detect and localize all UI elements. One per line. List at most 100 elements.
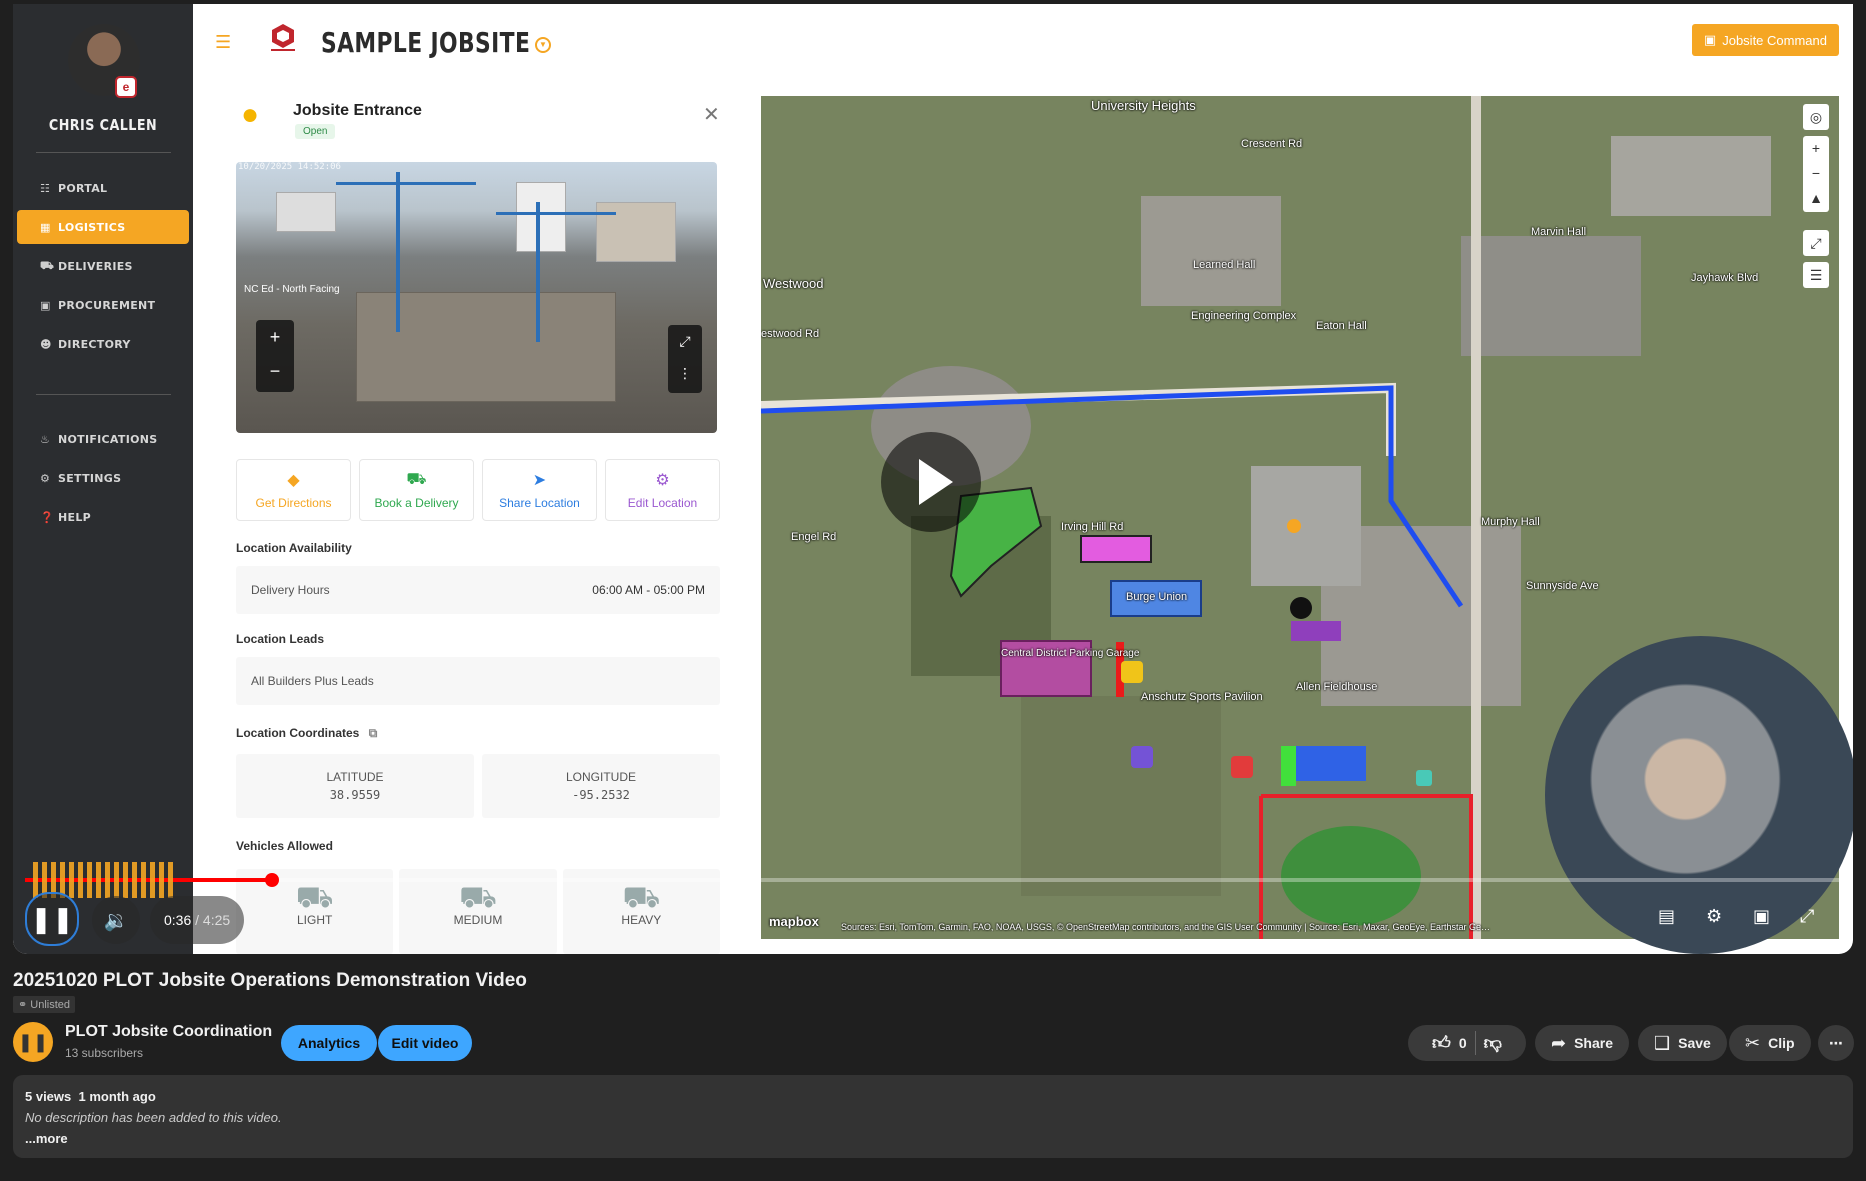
current-time: 0:36 — [164, 912, 192, 928]
zoom-in-icon[interactable]: + — [1803, 136, 1829, 161]
miniplayer-icon[interactable]: ▣ — [1753, 906, 1770, 927]
camera-label: NC Ed - North Facing — [244, 284, 340, 295]
close-icon[interactable]: ✕ — [703, 102, 720, 127]
compass-icon[interactable]: ▲ — [1803, 186, 1829, 211]
layers-icon[interactable]: ☰ — [1803, 262, 1829, 288]
vehicle-label: MEDIUM — [453, 913, 503, 927]
volume-button[interactable]: 🔉 — [92, 896, 140, 944]
sidebar-item-logistics[interactable]: ▦ LOGISTICS — [17, 210, 189, 244]
save-button[interactable]: ❑ Save — [1638, 1025, 1727, 1061]
analytics-button[interactable]: Analytics — [281, 1025, 377, 1061]
button-label: Jobsite Command — [1722, 32, 1827, 48]
map-label: estwood Rd — [761, 328, 820, 340]
sidebar-item-help[interactable]: ❓ HELP — [17, 500, 189, 534]
sidebar-divider — [36, 394, 171, 395]
vehicles-heading: Vehicles Allowed — [236, 839, 333, 853]
sidebar-item-label: PROCUREMENT — [58, 298, 156, 312]
channel-avatar[interactable]: ❚❚ — [13, 1022, 53, 1062]
settings-gear-icon[interactable]: ⚙ — [1706, 906, 1722, 927]
map-pin-icon: ● — [241, 98, 260, 131]
sidebar-item-notifications[interactable]: ♨ NOTIFICATIONS — [17, 422, 189, 456]
link-icon: ⚭ — [18, 999, 28, 1011]
sidebar-item-label: DIRECTORY — [58, 337, 131, 351]
zoom-in-icon[interactable]: + — [256, 320, 294, 354]
photo-tools[interactable]: ⤢ ⋮ — [668, 325, 702, 393]
book-delivery-button[interactable]: ⛟ Book a Delivery — [359, 459, 474, 521]
more-vertical-icon[interactable]: ⋮ — [668, 357, 702, 389]
view-count: 5 views — [25, 1089, 72, 1104]
thumbs-up-icon[interactable]: 👍︎ — [1432, 1032, 1451, 1054]
share-button[interactable]: ➦ Share — [1535, 1025, 1630, 1061]
chevron-down-icon[interactable]: ▼ — [535, 37, 551, 53]
subscriber-count: 13 subscribers — [65, 1046, 144, 1060]
help-icon: ❓ — [40, 510, 54, 524]
location-panel: ● Jobsite Entrance Open ✕ 10/20/2025 14:… — [193, 74, 753, 954]
sidebar-item-label: LOGISTICS — [58, 220, 126, 234]
expand-icon[interactable]: ⤢ — [668, 325, 702, 357]
progress-track[interactable] — [25, 878, 1840, 882]
like-dislike-group: 👍︎ 0 👎︎ — [1408, 1025, 1526, 1061]
zoom-out-icon[interactable]: − — [1803, 161, 1829, 186]
view-info: 5 views 1 month ago — [25, 1089, 1841, 1104]
delivery-hours-value: 06:00 AM - 05:00 PM — [592, 583, 705, 597]
captions-icon[interactable]: ▤ — [1658, 906, 1675, 927]
gear-icon: ⚙ — [655, 472, 670, 489]
button-label: Save — [1678, 1035, 1711, 1051]
sidebar-item-label: PORTAL — [58, 181, 108, 195]
vehicle-label: HEAVY — [621, 913, 662, 927]
sitemap-icon: ☷ — [40, 181, 51, 195]
zoom-out-icon[interactable]: − — [256, 354, 294, 388]
button-label: Share Location — [499, 496, 580, 510]
scissors-icon: ✂ — [1745, 1032, 1761, 1053]
pickup-truck-icon: ⛟ — [295, 881, 334, 914]
copy-icon[interactable]: ⧉ — [369, 726, 378, 740]
edit-video-button[interactable]: Edit video — [378, 1025, 472, 1061]
more-actions-button[interactable]: ⋯ — [1818, 1025, 1854, 1061]
edit-location-button[interactable]: ⚙ Edit Location — [605, 459, 720, 521]
latitude-value: 38.9559 — [329, 788, 381, 802]
zoom-controls: + − ▲ — [1803, 136, 1829, 212]
scrubber-handle[interactable] — [264, 873, 279, 887]
status-badge: Open — [295, 124, 336, 139]
menu-icon[interactable]: ☰ — [215, 32, 231, 53]
description-box[interactable]: 5 views 1 month ago No description has b… — [13, 1075, 1853, 1158]
longitude-value: -95.2532 — [572, 788, 630, 802]
play-icon[interactable] — [881, 432, 981, 532]
jobsite-command-button[interactable]: ▣ Jobsite Command — [1691, 24, 1839, 56]
coords-heading-label: Location Coordinates — [236, 726, 360, 740]
directions-icon: ◆ — [287, 472, 300, 489]
sidebar-item-label: NOTIFICATIONS — [58, 432, 158, 446]
user-name: CHRIS CALLEN — [48, 116, 158, 134]
sidebar-item-portal[interactable]: ☷ PORTAL — [17, 171, 189, 205]
pause-icon: ❚❚ — [30, 903, 74, 934]
fullscreen-player-icon[interactable]: ⤢ — [1800, 906, 1814, 927]
pause-button[interactable]: ❚❚ — [25, 892, 79, 946]
sidebar-item-label: SETTINGS — [58, 471, 122, 485]
fullscreen-icon[interactable]: ⤢ — [1803, 230, 1829, 256]
thumbs-down-icon[interactable]: 👎︎ — [1484, 1032, 1502, 1054]
map-label: Eaton Hall — [1316, 320, 1367, 332]
channel-name[interactable]: PLOT Jobsite Coordination — [65, 1023, 272, 1041]
sidebar-item-directory[interactable]: ☻ DIRECTORY — [17, 327, 189, 361]
location-photo[interactable]: 10/20/2025 14:52:06 NC Ed - North Facing… — [236, 162, 717, 433]
sidebar-item-settings[interactable]: ⚙ SETTINGS — [17, 461, 189, 495]
sidebar-item-procurement[interactable]: ▣ PROCUREMENT — [17, 288, 189, 322]
clip-button[interactable]: ✂ Clip — [1729, 1025, 1811, 1061]
semi-truck-icon: ⛟ — [622, 881, 661, 914]
map-label: Westwood — [763, 276, 824, 291]
visibility-badge: ⚭ Unlisted — [13, 996, 76, 1013]
more-horizontal-icon: ⋯ — [1829, 1034, 1843, 1051]
boxes-icon: ▣ — [40, 298, 51, 312]
get-directions-button[interactable]: ◆ Get Directions — [236, 459, 351, 521]
video-player[interactable]: e CHRIS CALLEN ☷ PORTAL ▦ LOGISTICS ⛟ DE… — [13, 4, 1853, 954]
map-label: Sunnyside Ave — [1526, 580, 1599, 592]
map-label: Burge Union — [1126, 591, 1188, 603]
volume-icon: 🔉 — [103, 909, 129, 932]
share-location-button[interactable]: ➤ Share Location — [482, 459, 597, 521]
map-label: Engel Rd — [791, 531, 837, 543]
locate-icon[interactable]: ◎ — [1803, 104, 1829, 130]
sidebar-item-deliveries[interactable]: ⛟ DELIVERIES — [17, 249, 189, 283]
more-link[interactable]: ...more — [25, 1131, 1841, 1146]
map-label: University Heights — [1091, 98, 1196, 113]
photo-zoom-controls[interactable]: + − — [256, 320, 294, 392]
